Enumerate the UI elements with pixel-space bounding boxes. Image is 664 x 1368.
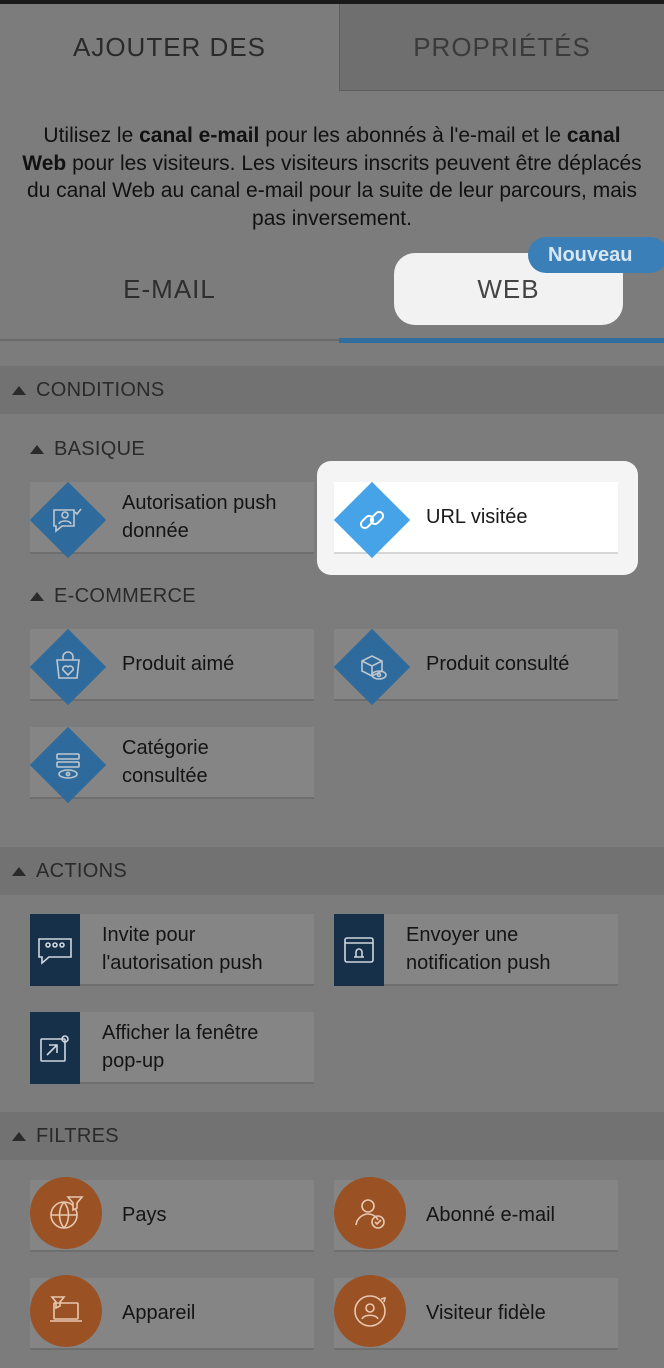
collapse-triangle-icon — [30, 592, 44, 601]
product-viewed-badge — [333, 628, 411, 706]
url-visited-badge — [333, 481, 411, 559]
bell-window-icon — [334, 914, 384, 986]
user-check-icon — [334, 1177, 406, 1249]
item-url-visited-label: URL visitée — [426, 506, 528, 528]
subsection-ecommerce-title: E-COMMERCE — [54, 585, 196, 607]
channel-tab-web-label: WEB — [477, 273, 540, 304]
collapse-triangle-icon — [30, 445, 44, 454]
item-url-visited[interactable]: URL visitée — [333, 481, 618, 559]
channel-tab-email[interactable]: E-MAIL — [0, 258, 339, 320]
box-eye-icon — [334, 629, 410, 705]
item-device[interactable]: Appareil — [30, 1275, 314, 1350]
channel-tab-active-indicator — [339, 338, 664, 343]
section-filters-title: FILTRES — [36, 1124, 119, 1147]
item-product-liked-label: Produit aimé — [122, 653, 235, 675]
tab-properties[interactable]: PROPRIÉTÉS — [339, 4, 664, 91]
item-product-viewed-label: Produit consulté — [426, 653, 570, 675]
globe-filter-icon — [30, 1177, 102, 1249]
section-conditions[interactable]: CONDITIONS — [0, 366, 664, 414]
channel-tab-email-label: E-MAIL — [123, 273, 216, 304]
item-push-prompt-label: Invite pour l'autorisation push — [102, 924, 263, 974]
chat-dots-icon — [30, 914, 80, 986]
section-actions-title: ACTIONS — [36, 859, 127, 882]
tab-add-label: AJOUTER DES — [72, 32, 267, 62]
chat-user-check-icon — [30, 482, 106, 558]
item-popup[interactable]: Afficher la fenêtre pop-up — [30, 1012, 314, 1084]
item-push-prompt[interactable]: Invite pour l'autorisation push — [30, 914, 314, 986]
section-conditions-title: CONDITIONS — [36, 378, 165, 401]
item-product-liked[interactable]: Produit aimé — [29, 628, 314, 706]
item-device-label: Appareil — [122, 1302, 196, 1324]
item-push-send[interactable]: Envoyer une notification push — [334, 914, 618, 986]
popup-arrow-icon — [30, 1012, 80, 1084]
item-email-subscriber[interactable]: Abonné e-mail — [334, 1177, 618, 1252]
item-push-granted[interactable]: Autorisation push donnée — [29, 481, 314, 559]
item-email-subscriber-label: Abonné e-mail — [426, 1204, 555, 1226]
section-actions[interactable]: ACTIONS — [0, 847, 664, 895]
list-eye-icon — [30, 727, 106, 803]
item-loyal-visitor-label: Visiteur fidèle — [426, 1302, 546, 1324]
subsection-basique-title: BASIQUE — [54, 438, 146, 460]
product-liked-badge — [29, 628, 107, 706]
item-category-viewed-label: Catégorie consultée — [122, 737, 209, 787]
item-category-viewed[interactable]: Catégorie consultée — [29, 726, 314, 804]
laptop-filter-icon — [30, 1275, 102, 1347]
new-badge: Nouveau — [528, 237, 664, 273]
channel-intro-text: Utilisez le canal e-mail pour les abonné… — [22, 124, 642, 230]
section-filters[interactable]: FILTRES — [0, 1112, 664, 1160]
item-loyal-visitor[interactable]: Visiteur fidèle — [334, 1275, 618, 1350]
push-granted-badge — [29, 481, 107, 559]
category-viewed-badge — [29, 726, 107, 804]
item-push-granted-label: Autorisation push donnée — [122, 492, 277, 542]
user-refresh-icon — [334, 1275, 406, 1347]
subsection-basique[interactable]: BASIQUE — [30, 438, 145, 461]
bag-heart-icon — [30, 629, 106, 705]
collapse-triangle-icon — [12, 1131, 26, 1141]
tab-properties-label: PROPRIÉTÉS — [413, 31, 591, 62]
item-popup-label: Afficher la fenêtre pop-up — [102, 1022, 259, 1072]
item-country[interactable]: Pays — [30, 1177, 314, 1252]
item-country-label: Pays — [122, 1204, 167, 1226]
link-icon — [334, 482, 410, 558]
item-product-viewed[interactable]: Produit consulté — [333, 628, 618, 706]
item-push-send-label: Envoyer une notification push — [406, 924, 551, 974]
subsection-ecommerce[interactable]: E-COMMERCE — [30, 585, 196, 608]
collapse-triangle-icon — [12, 866, 26, 876]
tab-add[interactable]: AJOUTER DES — [0, 4, 339, 91]
collapse-triangle-icon — [12, 385, 26, 395]
